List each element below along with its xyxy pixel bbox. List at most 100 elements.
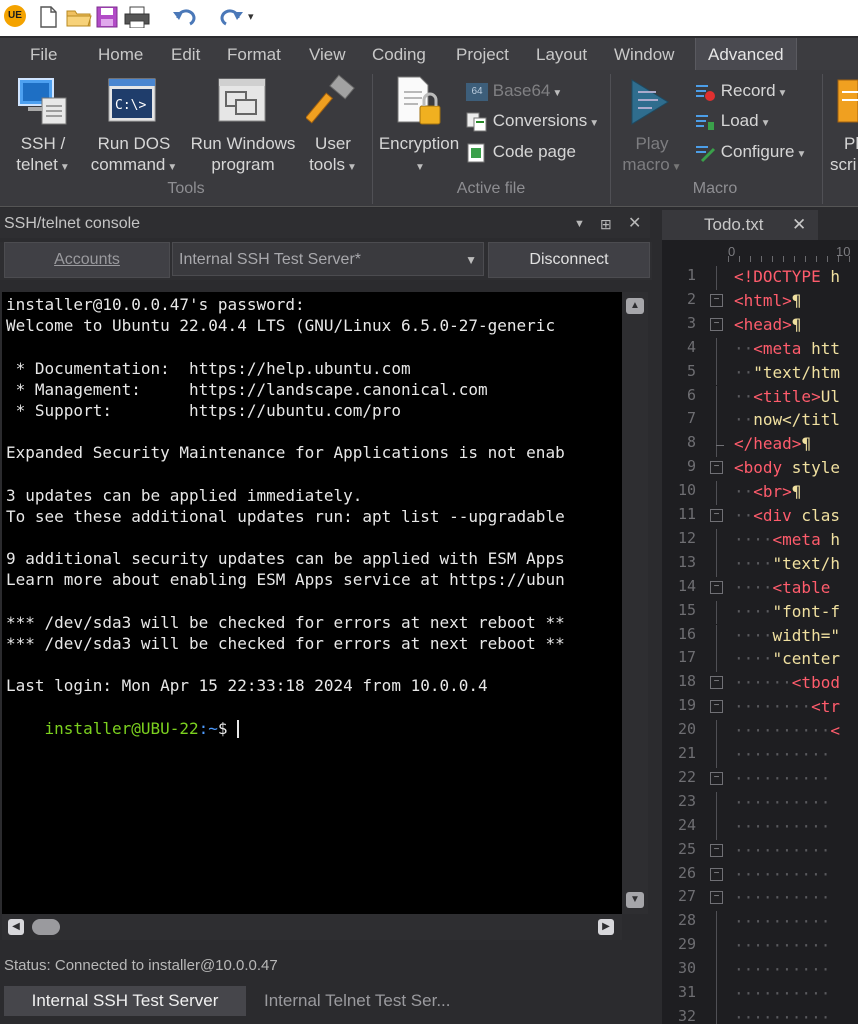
run-dos-command-button[interactable]: Run DOS command ▼ bbox=[82, 133, 186, 178]
hammer-icon bbox=[304, 74, 360, 133]
line-number: 12 bbox=[677, 528, 696, 547]
menu-file[interactable]: File bbox=[30, 38, 57, 70]
terminal-vertical-scrollbar[interactable]: ▲ ▼ bbox=[622, 292, 648, 914]
tab-internal-ssh[interactable]: Internal SSH Test Server bbox=[4, 986, 246, 1016]
close-icon[interactable]: ✕ bbox=[792, 210, 806, 240]
code-line: </head>¶ bbox=[734, 434, 811, 453]
record-button[interactable]: Record ▼ bbox=[694, 80, 787, 105]
code-line: ····width=" bbox=[734, 626, 840, 645]
run-windows-label-2: program bbox=[211, 155, 275, 174]
line-number: 22 bbox=[677, 767, 696, 786]
customize-qat-icon[interactable]: ▾ bbox=[248, 10, 260, 32]
code-line: ·········· bbox=[734, 960, 830, 979]
tab-todo-label: Todo.txt bbox=[704, 215, 764, 234]
menu-format[interactable]: Format bbox=[227, 38, 281, 70]
menu-advanced[interactable]: Advanced bbox=[695, 38, 797, 70]
code-text: "text/htm bbox=[753, 362, 840, 382]
chevron-down-icon: ▼ bbox=[589, 118, 600, 129]
fold-toggle-icon[interactable]: − bbox=[710, 293, 723, 307]
pin-icon[interactable]: ⊞ bbox=[600, 208, 612, 240]
fold-toggle-icon[interactable]: − bbox=[710, 700, 723, 714]
open-folder-icon[interactable] bbox=[66, 6, 92, 28]
menu-view[interactable]: View bbox=[309, 38, 346, 70]
code-page-button[interactable]: Code page bbox=[466, 141, 576, 163]
menu-project[interactable]: Project bbox=[456, 38, 509, 70]
terminal-prompt-line: installer@UBU-22:~$ bbox=[2, 697, 622, 739]
encryption-button[interactable]: Encryption ▼ bbox=[376, 133, 462, 178]
terminal-horizontal-scrollbar[interactable]: ◀ ▶ bbox=[2, 914, 622, 940]
panel-menu-icon[interactable]: ▼ bbox=[574, 208, 585, 240]
code-line: <body style bbox=[734, 458, 840, 477]
fold-toggle-icon[interactable]: − bbox=[710, 461, 723, 475]
terminal-output[interactable]: installer@10.0.0.47's password: Welcome t… bbox=[2, 292, 622, 914]
html-tag: <tbod bbox=[791, 673, 840, 693]
fold-toggle-icon[interactable]: − bbox=[710, 843, 723, 857]
code-text: clas bbox=[791, 506, 840, 525]
scroll-down-icon[interactable]: ▼ bbox=[626, 892, 644, 908]
ssh-telnet-icon bbox=[18, 76, 68, 131]
text-cursor bbox=[237, 720, 240, 739]
configure-button[interactable]: Configure ▼ bbox=[694, 141, 806, 166]
code-line: <!DOCTYPE h bbox=[734, 267, 840, 286]
scroll-up-icon[interactable]: ▲ bbox=[626, 298, 644, 314]
conversions-button[interactable]: Conversions ▼ bbox=[466, 110, 599, 135]
play-script-button[interactable]: Pl scri bbox=[828, 133, 858, 175]
line-number: 10 bbox=[677, 481, 696, 500]
fold-toggle-icon[interactable]: − bbox=[710, 867, 723, 881]
save-icon[interactable] bbox=[96, 6, 120, 28]
fold-guide bbox=[716, 337, 717, 362]
horizontal-scroll-thumb[interactable] bbox=[32, 919, 60, 935]
menu-edit[interactable]: Edit bbox=[171, 38, 200, 70]
scroll-right-icon[interactable]: ▶ bbox=[598, 919, 614, 935]
app-logo-icon: UE bbox=[4, 5, 26, 27]
user-tools-button[interactable]: User tools ▼ bbox=[300, 133, 366, 178]
menu-home[interactable]: Home bbox=[98, 38, 143, 70]
fold-guide bbox=[716, 409, 717, 434]
tab-todo[interactable]: Todo.txt ✕ bbox=[662, 210, 818, 240]
code-editor[interactable]: 0 10 1 <!DOCTYPE h 2− <html>¶ 3− <head>¶ 4 ··<m… bbox=[662, 240, 858, 1024]
play-macro-button[interactable]: Play macro ▼ bbox=[614, 133, 690, 178]
fold-toggle-icon[interactable]: − bbox=[710, 676, 723, 690]
accounts-button[interactable]: Accounts bbox=[4, 242, 170, 278]
menu-layout[interactable]: Layout bbox=[536, 38, 587, 70]
close-icon[interactable]: ✕ bbox=[628, 208, 641, 240]
scroll-left-icon[interactable]: ◀ bbox=[8, 919, 24, 935]
load-button[interactable]: Load ▼ bbox=[694, 110, 770, 135]
fold-toggle-icon[interactable]: − bbox=[710, 771, 723, 785]
whitespace-marker: ···· bbox=[734, 529, 773, 549]
redo-icon[interactable] bbox=[216, 6, 244, 28]
run-windows-program-button[interactable]: Run Windows program bbox=[186, 133, 300, 175]
base64-button[interactable]: 64 Base64 ▼ bbox=[466, 80, 562, 105]
disconnect-button[interactable]: Disconnect bbox=[488, 242, 650, 278]
whitespace-marker: ·········· bbox=[734, 1007, 831, 1024]
console-toolbar: Accounts Internal SSH Test Server* ▼ Dis… bbox=[0, 242, 652, 280]
fold-toggle-icon[interactable]: − bbox=[710, 891, 723, 905]
html-tag: <div bbox=[753, 506, 792, 525]
code-line: ·········· bbox=[734, 841, 830, 860]
menu-coding[interactable]: Coding bbox=[372, 38, 426, 70]
code-line: ····<meta h bbox=[734, 530, 840, 549]
code-line: ·········· bbox=[734, 817, 830, 836]
ssh-telnet-button[interactable]: SSH / telnet ▼ bbox=[6, 133, 80, 178]
tab-internal-telnet[interactable]: Internal Telnet Test Ser... bbox=[256, 986, 504, 1016]
menu-window[interactable]: Window bbox=[614, 38, 674, 70]
code-text: style bbox=[782, 458, 840, 478]
new-file-icon[interactable] bbox=[38, 6, 58, 28]
html-tag: < bbox=[830, 721, 840, 741]
line-number: 8 bbox=[686, 433, 696, 452]
undo-icon[interactable] bbox=[172, 6, 200, 28]
code-line: <html>¶ bbox=[734, 291, 801, 310]
print-icon[interactable] bbox=[124, 6, 152, 29]
terminal-line: * Documentation: https://help.ubuntu.com bbox=[6, 358, 411, 378]
chevron-down-icon: ▼ bbox=[671, 162, 682, 173]
html-tag: <br> bbox=[753, 482, 792, 502]
fold-toggle-icon[interactable]: − bbox=[710, 317, 723, 331]
terminal-line: Learn more about enabling ESM Apps servi… bbox=[6, 570, 565, 590]
fold-toggle-icon[interactable]: − bbox=[710, 580, 723, 594]
server-select[interactable]: Internal SSH Test Server* ▼ bbox=[172, 242, 484, 276]
line-number: 6 bbox=[686, 385, 696, 404]
whitespace-marker: ·· bbox=[734, 386, 754, 406]
fold-toggle-icon[interactable]: − bbox=[710, 509, 723, 522]
fold-guide bbox=[716, 528, 717, 553]
fold-guide bbox=[716, 648, 717, 673]
